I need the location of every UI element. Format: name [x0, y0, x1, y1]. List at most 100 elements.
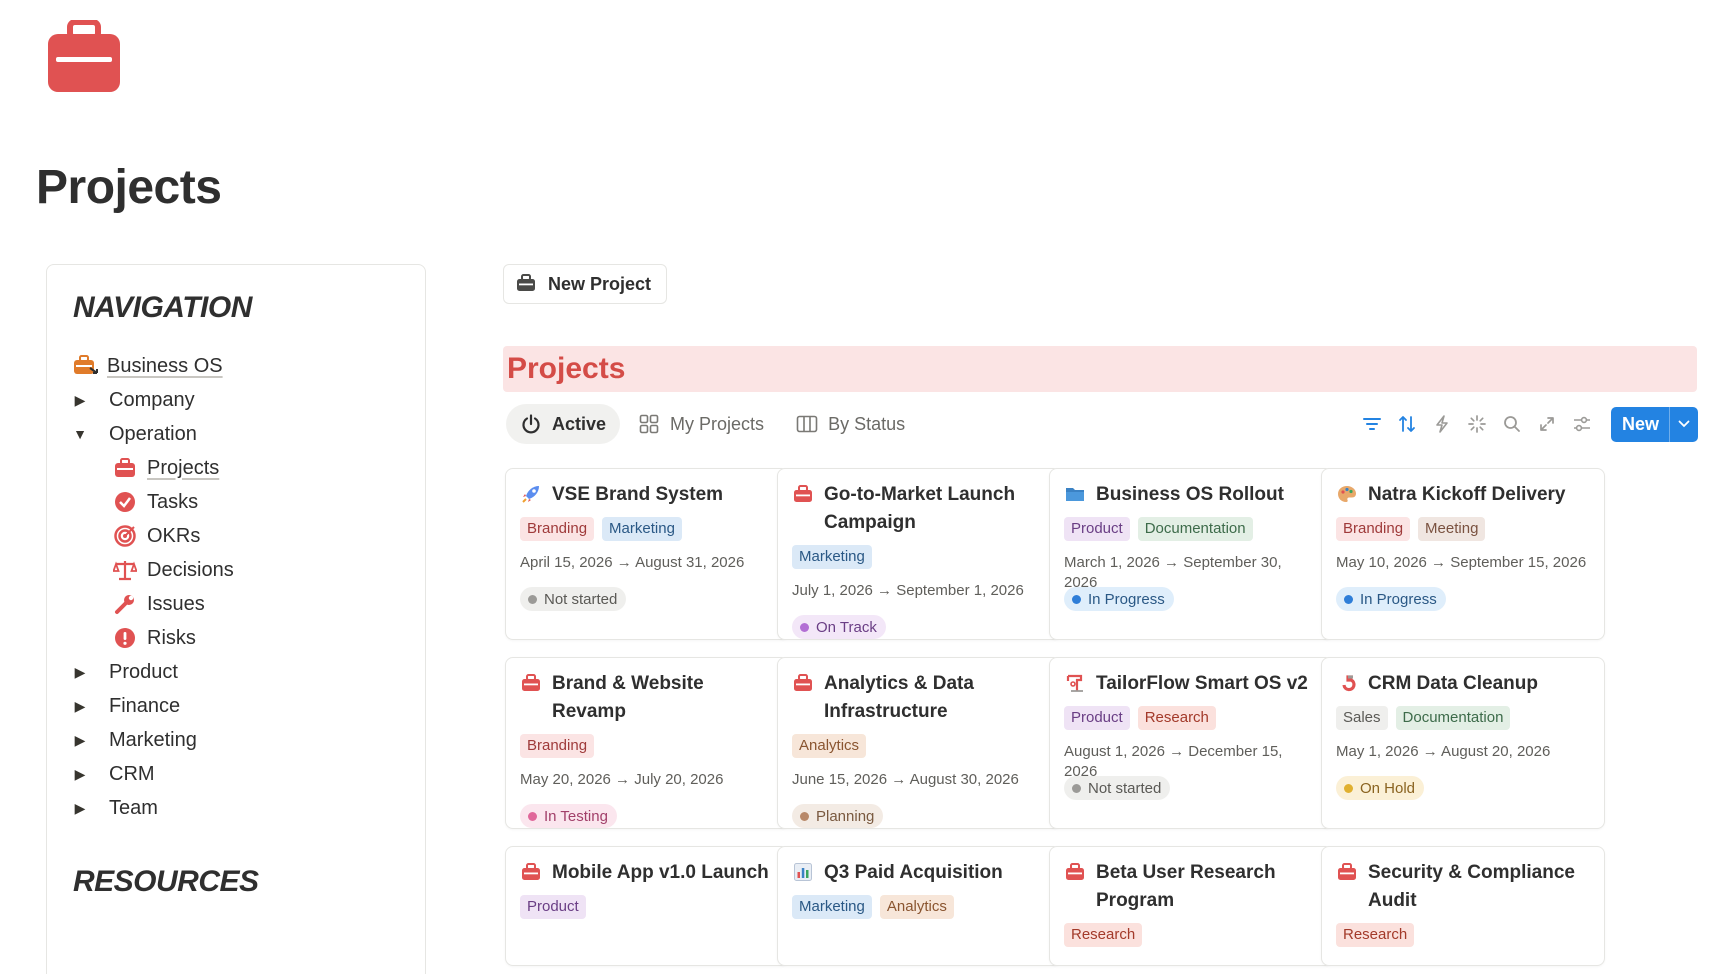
project-card[interactable]: Analytics & Data Infrastructure Analytics…: [777, 657, 1061, 829]
nav-section-label: Operation: [109, 422, 197, 445]
alert-circle-icon: [113, 626, 137, 650]
nav-section-team[interactable]: ▶ Team: [73, 793, 158, 823]
tag: Documentation: [1137, 517, 1253, 541]
card-header: Beta User Research Program: [1064, 859, 1318, 915]
nav-section-finance[interactable]: ▶ Finance: [73, 691, 181, 721]
tab-my-projects[interactable]: My Projects: [624, 404, 778, 444]
card-title[interactable]: Natra Kickoff Delivery: [1368, 481, 1565, 509]
tab-active[interactable]: Active: [506, 404, 621, 444]
card-title[interactable]: Analytics & Data Infrastructure: [824, 670, 1046, 726]
status-dot: [800, 622, 809, 632]
new-record-button[interactable]: New: [1611, 406, 1699, 442]
card-tags: Branding Meeting: [1336, 517, 1590, 541]
triangle-right-icon[interactable]: ▶: [73, 800, 87, 817]
triangle-right-icon[interactable]: ▶: [73, 766, 87, 783]
project-card[interactable]: Q3 Paid Acquisition Marketing Analytics: [777, 846, 1061, 966]
nav-item-tasks[interactable]: Tasks: [113, 487, 198, 517]
nav-item-okrs[interactable]: OKRs: [113, 521, 200, 551]
nav-item-label[interactable]: OKRs: [147, 525, 200, 548]
nav-item-label[interactable]: Risks: [147, 627, 196, 650]
nav-section-crm[interactable]: ▶ CRM: [73, 759, 155, 789]
new-button-label[interactable]: New: [1611, 407, 1669, 442]
project-card[interactable]: Natra Kickoff Delivery Branding Meeting May…: [1321, 468, 1605, 640]
status-label: In Progress: [1088, 590, 1165, 608]
card-tags: Product Documentation: [1064, 517, 1318, 541]
status-badge: In Progress: [1336, 587, 1446, 611]
sort-icon[interactable]: [1389, 406, 1424, 442]
project-card[interactable]: Brand & Website Revamp Branding May 20, 20…: [505, 657, 789, 829]
card-title[interactable]: Brand & Website Revamp: [552, 670, 774, 726]
nav-section-operation[interactable]: ▼ Operation: [73, 419, 197, 449]
triangle-right-icon[interactable]: ▶: [73, 664, 87, 681]
tag: Analytics: [792, 734, 867, 758]
settings-icon[interactable]: [1564, 406, 1599, 442]
nav-item-label[interactable]: Projects: [147, 457, 219, 480]
project-card[interactable]: VSE Brand System Branding Marketing April 1…: [505, 468, 789, 640]
tab-label: Active: [552, 413, 607, 434]
database-title[interactable]: Projects: [507, 352, 625, 386]
tag: Analytics: [879, 895, 954, 919]
new-project-button[interactable]: New Project: [503, 264, 668, 304]
status-badge: Not started: [520, 587, 627, 611]
automation-icon[interactable]: [1424, 406, 1459, 442]
card-title[interactable]: Beta User Research Program: [1096, 859, 1318, 915]
nav-section-label: Company: [109, 388, 195, 411]
tab-by-status[interactable]: By Status: [782, 404, 919, 444]
nav-item-projects[interactable]: Projects: [113, 453, 219, 483]
triangle-right-icon[interactable]: ▶: [73, 392, 87, 409]
tag: Product: [1064, 706, 1130, 730]
search-icon[interactable]: [1494, 406, 1529, 442]
card-header: Analytics & Data Infrastructure: [792, 670, 1046, 726]
nav-item-label[interactable]: Decisions: [147, 559, 234, 582]
tag: Product: [520, 895, 586, 919]
nav-home-business-os[interactable]: Business OS: [73, 351, 223, 381]
card-title[interactable]: Mobile App v1.0 Launch: [552, 859, 769, 887]
card-title[interactable]: Security & Compliance Audit: [1368, 859, 1590, 915]
ai-sparkle-icon[interactable]: [1459, 406, 1494, 442]
card-title[interactable]: Q3 Paid Acquisition: [824, 859, 1003, 887]
tag: Sales: [1336, 706, 1388, 730]
nav-section-marketing[interactable]: ▶ Marketing: [73, 725, 197, 755]
status-label: In Progress: [1360, 590, 1437, 608]
nav-section-company[interactable]: ▶ Company: [73, 385, 195, 415]
filter-icon[interactable]: [1354, 406, 1389, 442]
card-title[interactable]: TailorFlow Smart OS v2: [1096, 670, 1308, 698]
card-header: Security & Compliance Audit: [1336, 859, 1590, 915]
card-title[interactable]: Go-to-Market Launch Campaign: [824, 481, 1046, 537]
card-dates: April 15, 2026 → August 31, 2026: [520, 554, 745, 571]
chevron-down-icon[interactable]: [1669, 406, 1698, 442]
project-card[interactable]: Beta User Research Program Research: [1049, 846, 1333, 966]
triangle-right-icon[interactable]: ▶: [73, 732, 87, 749]
status-badge: On Track: [792, 615, 886, 639]
view-tabs: Active My Projects By Status: [506, 404, 923, 444]
status-badge: In Progress: [1064, 587, 1174, 611]
status-label: Planning: [816, 807, 875, 825]
status-badge: Planning: [792, 804, 884, 828]
project-card[interactable]: Business OS Rollout Product Documentation M…: [1049, 468, 1333, 640]
navigation-heading: NAVIGATION: [73, 291, 252, 324]
briefcase-icon[interactable]: [46, 19, 122, 96]
project-card[interactable]: Security & Compliance Audit Research: [1321, 846, 1605, 966]
nav-item-decisions[interactable]: Decisions: [113, 555, 234, 585]
card-title[interactable]: CRM Data Cleanup: [1368, 670, 1538, 698]
briefcase-icon: [792, 483, 814, 505]
nav-section-product[interactable]: ▶ Product: [73, 657, 178, 687]
card-title[interactable]: VSE Brand System: [552, 481, 723, 509]
nav-item-issues[interactable]: Issues: [113, 589, 205, 619]
page-title: Projects: [36, 161, 222, 214]
project-card[interactable]: Mobile App v1.0 Launch Product: [505, 846, 789, 966]
nav-item-risks[interactable]: Risks: [113, 623, 196, 653]
nav-home-label[interactable]: Business OS: [107, 355, 223, 378]
nav-item-label[interactable]: Tasks: [147, 491, 198, 514]
triangle-down-icon[interactable]: ▼: [73, 426, 87, 442]
project-card[interactable]: TailorFlow Smart OS v2 Product Research Aug…: [1049, 657, 1333, 829]
expand-icon[interactable]: [1529, 406, 1564, 442]
triangle-right-icon[interactable]: ▶: [73, 698, 87, 715]
project-card[interactable]: Go-to-Market Launch Campaign Marketing Jul…: [777, 468, 1061, 640]
card-dates: May 20, 2026 → July 20, 2026: [520, 771, 724, 788]
card-tags: Product Research: [1064, 706, 1318, 730]
project-card[interactable]: CRM Data Cleanup Sales Documentation May 1,…: [1321, 657, 1605, 829]
card-dates: July 1, 2026 → September 1, 2026: [792, 582, 1024, 599]
card-title[interactable]: Business OS Rollout: [1096, 481, 1284, 509]
nav-item-label[interactable]: Issues: [147, 593, 205, 616]
